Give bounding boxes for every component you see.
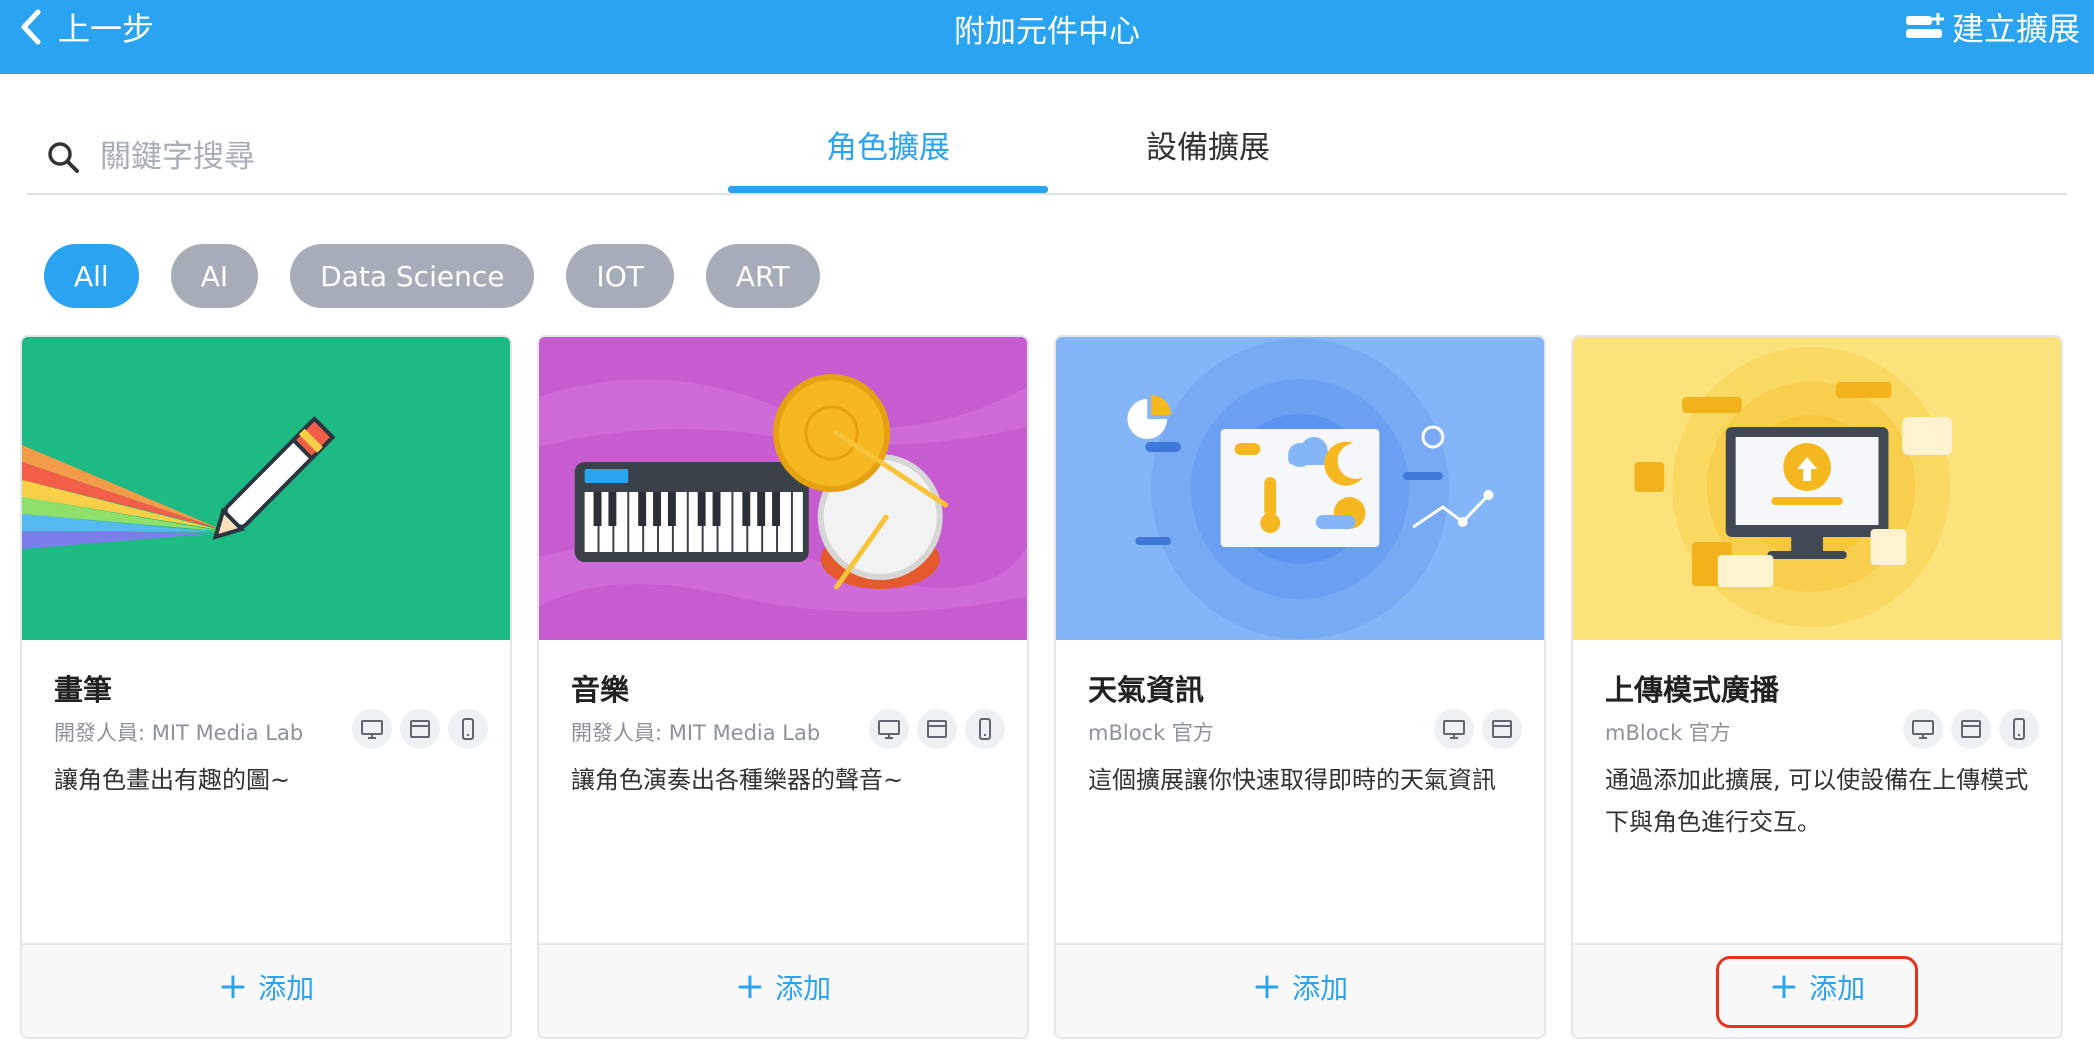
extension-card-music: 音樂 開發人員: MIT Media Lab 讓角色演奏出各種樂器的聲音~ + 添… (537, 335, 1029, 1039)
card-footer: + 添加 (1056, 943, 1544, 1037)
card-author: mBlock 官方 (1088, 721, 1214, 745)
platform-list (1903, 709, 2039, 749)
extension-card-pen: 畫筆 開發人員: MIT Media Lab 讓角色畫出有趣的圖~ + 添加 (20, 335, 512, 1039)
browser-icon (917, 709, 957, 749)
desktop-icon (869, 709, 909, 749)
tab-device-extensions[interactable]: 設備擴展 (1048, 122, 1368, 194)
create-extension-label: 建立擴展 (1951, 10, 2080, 48)
search-icon (48, 142, 79, 173)
upload-broadcast-illustration (1573, 337, 2061, 640)
card-description: 讓角色畫出有趣的圖~ (54, 766, 291, 794)
music-illustration (539, 337, 1027, 640)
card-title: 上傳模式廣播 (1605, 673, 1780, 707)
platform-list (352, 709, 488, 749)
card-footer: + 添加 (22, 943, 510, 1037)
extension-card-weather: 天氣資訊 mBlock 官方 這個擴展讓你快速取得即時的天氣資訊 + 添加 (1054, 335, 1546, 1039)
chip-art[interactable]: ART (705, 244, 820, 308)
extension-card-upload-broadcast: 上傳模式廣播 mBlock 官方 通過添加此擴展, 可以使設備在上傳模式下與角色… (1571, 335, 2063, 1039)
chip-ai[interactable]: AI (170, 244, 259, 308)
add-label: 添加 (775, 972, 832, 1005)
add-label: 添加 (258, 972, 315, 1005)
pen-illustration (22, 337, 510, 640)
weather-illustration (1056, 337, 1544, 640)
card-description: 通過添加此擴展, 可以使設備在上傳模式下與角色進行交互。 (1605, 766, 2029, 836)
create-extension-button[interactable]: 建立擴展 (1904, 0, 2080, 54)
tab-sprite-extensions[interactable]: 角色擴展 (728, 122, 1048, 194)
chip-data-science[interactable]: Data Science (290, 244, 535, 308)
platform-list (1434, 709, 1522, 749)
create-extension-icon (1905, 13, 1944, 38)
card-title: 音樂 (571, 673, 630, 707)
card-description: 讓角色演奏出各種樂器的聲音~ (571, 766, 904, 794)
browser-icon (1951, 709, 1991, 749)
card-title: 畫筆 (54, 673, 113, 707)
mobile-icon (448, 709, 488, 749)
search-box (46, 132, 646, 182)
add-button[interactable]: + 添加 (735, 967, 831, 1007)
card-author: 開發人員: MIT Media Lab (571, 721, 821, 745)
card-footer: + 添加 (539, 943, 1027, 1037)
plus-icon: + (734, 966, 766, 1007)
top-bar: 上一步 附加元件中心 建立擴展 (0, 0, 2094, 74)
card-author: 開發人員: MIT Media Lab (54, 721, 304, 745)
page-title: 附加元件中心 (954, 14, 1140, 50)
add-label: 添加 (1292, 972, 1349, 1005)
search-input[interactable] (100, 139, 600, 175)
card-author: mBlock 官方 (1605, 721, 1731, 745)
browser-icon (400, 709, 440, 749)
desktop-icon (1903, 709, 1943, 749)
browser-icon (1482, 709, 1522, 749)
mobile-icon (965, 709, 1005, 749)
mobile-icon (1999, 709, 2039, 749)
add-button[interactable]: + 添加 (1252, 967, 1348, 1007)
desktop-icon (1434, 709, 1474, 749)
add-button[interactable]: + 添加 (218, 967, 314, 1007)
highlight-annotation (1716, 956, 1918, 1028)
platform-list (869, 709, 1005, 749)
chip-all[interactable]: All (44, 244, 139, 308)
card-description: 這個擴展讓你快速取得即時的天氣資訊 (1088, 766, 1496, 794)
chip-iot[interactable]: IOT (566, 244, 674, 308)
plus-icon: + (217, 966, 249, 1007)
desktop-icon (352, 709, 392, 749)
card-title: 天氣資訊 (1088, 673, 1205, 707)
tab-divider (27, 193, 2067, 195)
category-filter: All AI Data Science IOT ART (44, 244, 820, 308)
plus-icon: + (1251, 966, 1283, 1007)
active-tab-indicator (728, 186, 1048, 193)
